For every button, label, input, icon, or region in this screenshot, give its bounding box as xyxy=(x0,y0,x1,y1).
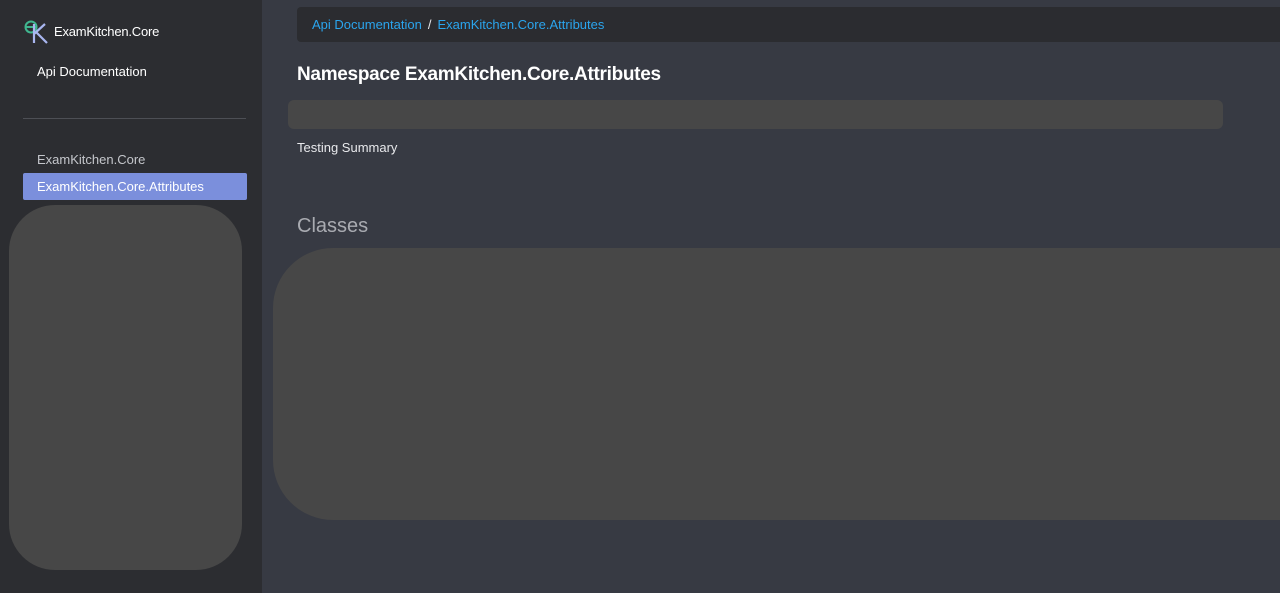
classes-placeholder-panel xyxy=(273,248,1280,520)
sidebar-divider xyxy=(23,118,246,119)
namespace-placeholder-bar xyxy=(288,100,1223,129)
namespace-summary: Testing Summary xyxy=(297,140,398,155)
sidebar-placeholder-panel xyxy=(9,205,242,570)
namespace-item-examkitchen-core[interactable]: ExamKitchen.Core xyxy=(23,146,247,173)
classes-heading: Classes xyxy=(297,215,369,237)
breadcrumb: Api Documentation / ExamKitchen.Core.Att… xyxy=(297,7,1280,42)
breadcrumb-separator: / xyxy=(427,17,432,32)
brand[interactable]: ExamKitchen.Core xyxy=(23,18,159,44)
brand-name[interactable]: ExamKitchen.Core xyxy=(54,24,159,39)
page-title: Namespace ExamKitchen.Core.Attributes xyxy=(297,64,661,85)
namespace-item-examkitchen-core-attributes[interactable]: ExamKitchen.Core.Attributes xyxy=(23,173,247,200)
sidebar-link-api-documentation[interactable]: Api Documentation xyxy=(37,64,147,79)
breadcrumb-link-current-namespace[interactable]: ExamKitchen.Core.Attributes xyxy=(437,17,604,32)
sidebar: ExamKitchen.Core Api Documentation ExamK… xyxy=(0,0,262,593)
namespace-list: ExamKitchen.Core ExamKitchen.Core.Attrib… xyxy=(23,146,247,200)
breadcrumb-link-api-documentation[interactable]: Api Documentation xyxy=(312,17,422,32)
ek-logo-icon xyxy=(24,20,48,44)
